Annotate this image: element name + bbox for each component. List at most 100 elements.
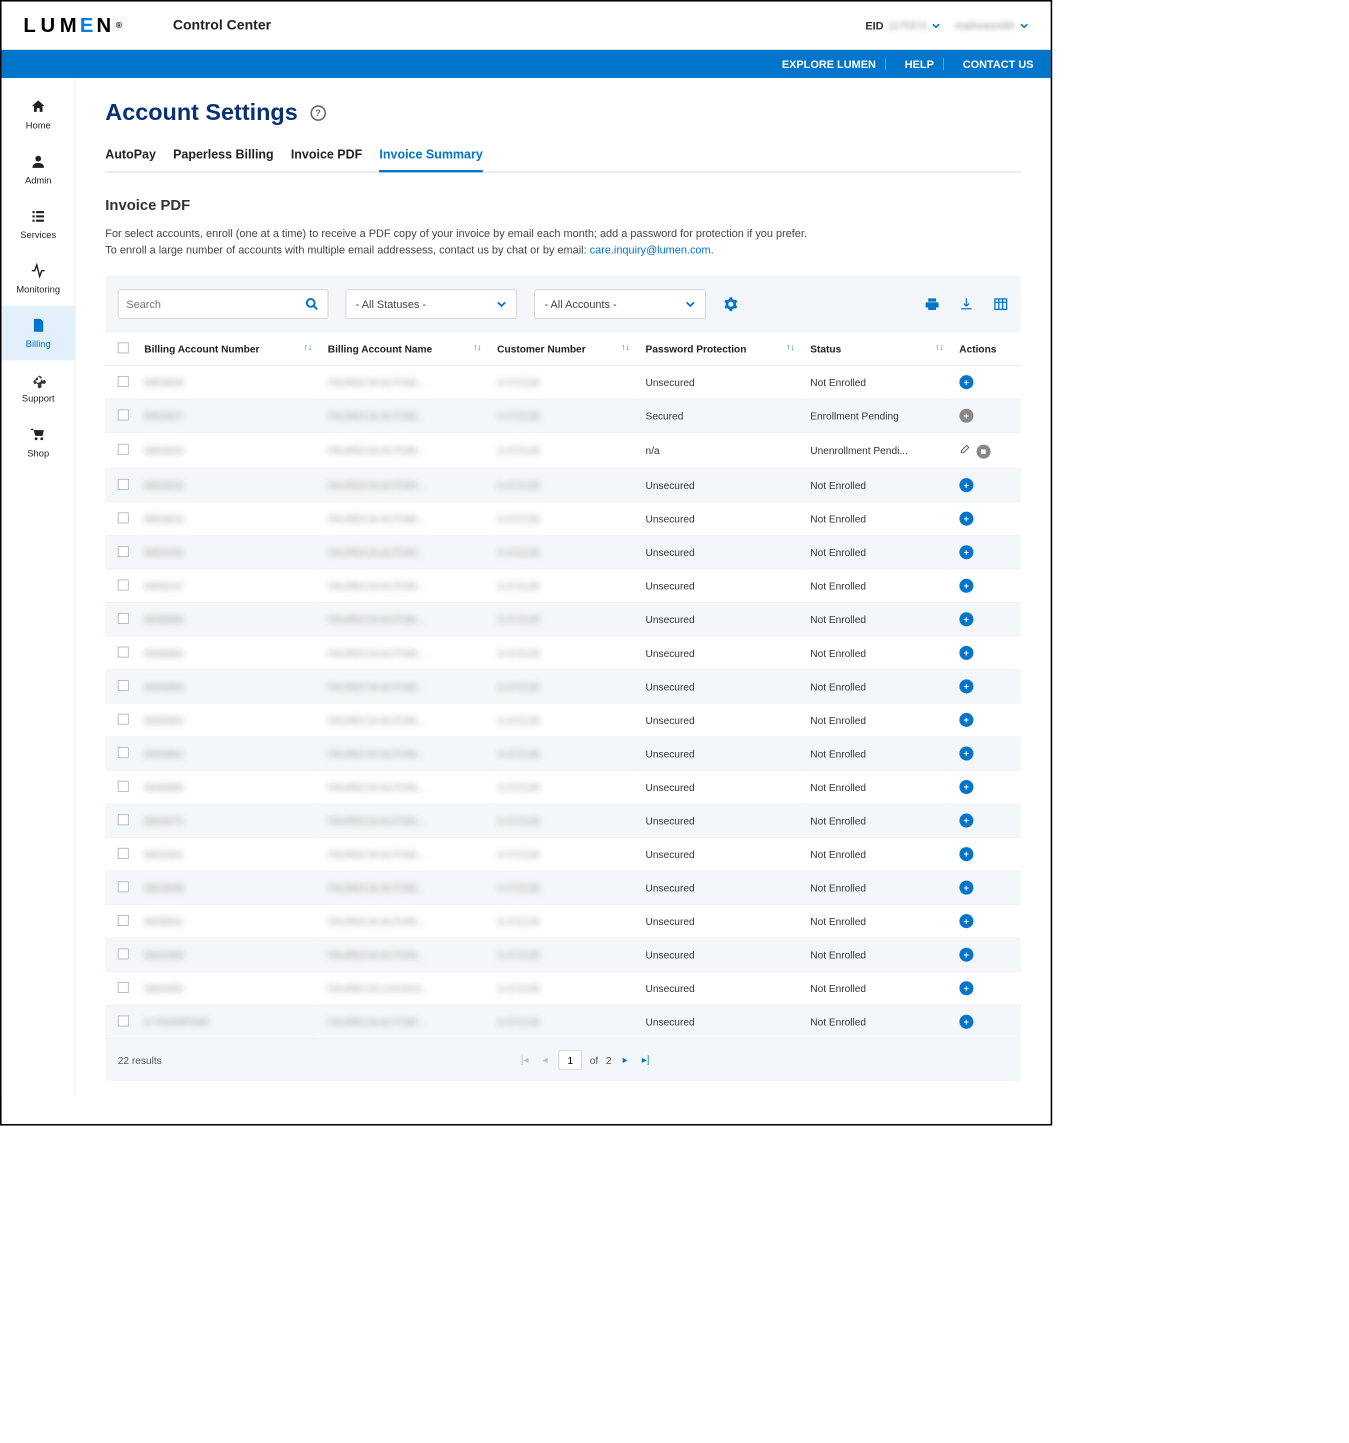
sidebar-item-home[interactable]: Home <box>2 87 75 142</box>
cell-status: Not Enrolled <box>802 365 951 399</box>
table-row: 5-YRONP0M5FAURECIA AUTOM...3-472135Unsec… <box>105 1005 1021 1039</box>
contact-email-link[interactable]: care.inquiry@lumen.com <box>590 243 711 255</box>
cell-actions: + <box>951 365 1021 399</box>
row-checkbox[interactable] <box>118 948 129 959</box>
sidebar-item-admin[interactable]: Admin <box>2 142 75 197</box>
sidebar-item-billing[interactable]: Billing <box>2 306 75 361</box>
cell-name: FAURECIA AUTOM... <box>328 546 425 558</box>
row-checkbox[interactable] <box>118 579 129 590</box>
help-link[interactable]: HELP <box>905 58 934 70</box>
sidebar-item-shop[interactable]: Shop <box>2 415 75 470</box>
add-icon[interactable]: + <box>959 375 973 389</box>
add-icon[interactable]: + <box>959 512 973 526</box>
select-all-checkbox[interactable] <box>118 342 129 353</box>
tab-invoice-pdf[interactable]: Invoice PDF <box>291 140 362 171</box>
add-icon[interactable]: + <box>959 814 973 828</box>
gear-icon[interactable] <box>723 296 739 312</box>
add-icon[interactable]: + <box>959 847 973 861</box>
cell-name: FAURECIA AUTOM... <box>328 915 425 927</box>
logo[interactable]: LUMEN® <box>23 13 122 37</box>
tab-invoice-summary[interactable]: Invoice Summary <box>379 140 482 172</box>
contact-link[interactable]: CONTACT US <box>963 58 1034 70</box>
col-cust[interactable]: Customer Number↑↓ <box>489 333 637 365</box>
row-checkbox[interactable] <box>118 546 129 557</box>
cell-status: Not Enrolled <box>802 737 951 771</box>
search-box[interactable] <box>118 289 329 319</box>
explore-link[interactable]: EXPLORE LUMEN <box>782 58 876 70</box>
stop-icon[interactable]: ■ <box>976 445 990 459</box>
row-checkbox[interactable] <box>118 613 129 624</box>
page-input[interactable] <box>559 1050 582 1070</box>
add-icon[interactable]: + <box>959 579 973 593</box>
col-status[interactable]: Status↑↓ <box>802 333 951 365</box>
add-icon[interactable]: + <box>959 746 973 760</box>
edit-icon[interactable] <box>959 442 971 454</box>
help-icon[interactable]: ? <box>310 105 326 121</box>
sidebar-item-support[interactable]: Support <box>2 360 75 415</box>
user-selector[interactable]: mathewsmith <box>955 20 1029 32</box>
col-name[interactable]: Billing Account Name↑↓ <box>320 333 489 365</box>
print-icon[interactable] <box>924 296 940 312</box>
row-checkbox[interactable] <box>118 444 129 455</box>
row-checkbox[interactable] <box>118 780 129 791</box>
add-icon[interactable]: + <box>959 612 973 626</box>
sidebar-item-services[interactable]: Services <box>2 197 75 252</box>
row-checkbox[interactable] <box>118 512 129 523</box>
add-icon[interactable]: + <box>959 1015 973 1029</box>
cell-actions: + <box>951 737 1021 771</box>
cell-status: Not Enrolled <box>802 703 951 737</box>
add-icon[interactable]: + <box>959 780 973 794</box>
eid-selector[interactable]: EID 1170372 <box>865 19 941 31</box>
add-icon[interactable]: + <box>959 981 973 995</box>
cell-ban: 5-YRONP0M5 <box>144 1016 209 1028</box>
row-checkbox[interactable] <box>118 713 129 724</box>
row-checkbox[interactable] <box>118 409 129 420</box>
prev-page-button[interactable]: ◂ <box>539 1052 550 1068</box>
table-row: 8935885FAURECIA AUTOM...3-472135Unsecure… <box>105 603 1021 637</box>
add-icon[interactable]: + <box>959 478 973 492</box>
tabs: AutoPay Paperless Billing Invoice PDF In… <box>105 140 1021 172</box>
add-icon[interactable]: + <box>959 713 973 727</box>
row-checkbox[interactable] <box>118 1015 129 1026</box>
status-filter[interactable]: - All Statuses - <box>346 289 518 319</box>
columns-icon[interactable] <box>993 296 1009 312</box>
cell-status: Not Enrolled <box>802 670 951 704</box>
add-icon[interactable]: + <box>959 881 973 895</box>
add-icon[interactable]: + <box>959 679 973 693</box>
row-checkbox[interactable] <box>118 376 129 387</box>
main: Account Settings ? AutoPay Paperless Bil… <box>76 78 1051 1097</box>
row-checkbox[interactable] <box>118 847 129 858</box>
first-page-button[interactable]: |◂ <box>518 1052 532 1068</box>
next-page-button[interactable]: ▸ <box>619 1052 630 1068</box>
cell-actions: + <box>951 871 1021 905</box>
account-filter[interactable]: - All Accounts - <box>534 289 706 319</box>
add-icon[interactable]: + <box>959 646 973 660</box>
table-row: 8916938FAURECIA AUTOM...3-472135Unsecure… <box>105 871 1021 905</box>
row-checkbox[interactable] <box>118 915 129 926</box>
search-icon[interactable] <box>304 296 320 312</box>
col-pwd[interactable]: Password Protection↑↓ <box>638 333 803 365</box>
cell-name: FAURECIA AUTOM... <box>328 513 425 525</box>
results-count: 22 results <box>118 1054 162 1066</box>
last-page-button[interactable]: ▸| <box>639 1052 653 1068</box>
row-checkbox[interactable] <box>118 982 129 993</box>
tab-paperless[interactable]: Paperless Billing <box>173 140 274 171</box>
row-checkbox[interactable] <box>118 646 129 657</box>
cell-status: Not Enrolled <box>802 502 951 536</box>
row-checkbox[interactable] <box>118 881 129 892</box>
download-icon[interactable] <box>959 296 975 312</box>
sidebar-item-monitoring[interactable]: Monitoring <box>2 251 75 306</box>
search-input[interactable] <box>126 298 304 310</box>
row-checkbox[interactable] <box>118 747 129 758</box>
add-icon[interactable]: + <box>959 914 973 928</box>
add-icon[interactable]: + <box>959 948 973 962</box>
add-icon[interactable]: + <box>959 545 973 559</box>
cell-name: FAURECIA AUTOM... <box>328 848 425 860</box>
list-icon <box>30 207 47 224</box>
col-ban[interactable]: Billing Account Number↑↓ <box>137 333 320 365</box>
row-checkbox[interactable] <box>118 680 129 691</box>
tab-autopay[interactable]: AutoPay <box>105 140 156 171</box>
row-checkbox[interactable] <box>118 814 129 825</box>
sidebar: Home Admin Services Monitoring Billing S… <box>2 78 76 1097</box>
row-checkbox[interactable] <box>118 479 129 490</box>
